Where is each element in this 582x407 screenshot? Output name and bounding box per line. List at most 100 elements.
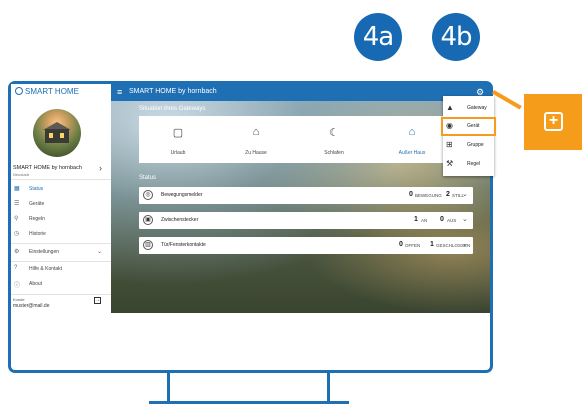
situations-title: Situation ihres Gateways	[139, 106, 206, 112]
house-window	[49, 133, 53, 138]
list-icon: ☰	[14, 201, 20, 207]
info-icon: ⓘ	[14, 283, 21, 289]
sidebar-item-label: Historie	[29, 231, 46, 237]
main-content: Situation ihres Gateways ▢ Urlaub ⌂ Zu H…	[111, 101, 490, 313]
add-menu: ▲ Gateway ◉ Gerät ⊞ Gruppe ⚒ Regel	[443, 96, 494, 176]
menu-icon[interactable]: ≡	[117, 87, 122, 97]
sidebar-item-label: Status	[29, 186, 44, 192]
situations-panel: ▢ Urlaub ⌂ Zu Hause ☾ Schlafen ⌂ Außer H…	[139, 116, 451, 163]
situation-label: Schlafen	[324, 150, 344, 156]
suitcase-icon: ▢	[172, 127, 184, 139]
clock-icon: ◷	[14, 231, 20, 237]
device-row-tuer-fensterkontakte[interactable]: ▥ Tür/Fensterkontakte 0 OFFEN 1 GESCHLOS…	[139, 237, 473, 254]
motion-sensor-icon: ◎	[143, 190, 153, 200]
device-value-label: AUS	[447, 218, 457, 223]
device-value: 0	[409, 191, 413, 198]
sidebar-item-label: Geräte	[29, 201, 45, 207]
home-avatar	[33, 109, 81, 157]
menu-item-gruppe[interactable]: ⊞ Gruppe	[443, 137, 494, 154]
device-name: Bewegungsmelder	[161, 192, 203, 198]
brand-logo[interactable]: SMART HOME	[15, 87, 79, 96]
sidebar-item-about[interactable]: ⓘ About	[11, 279, 111, 291]
wrench-icon: ⚒	[446, 159, 454, 168]
situation-label: Außer Haus	[398, 150, 426, 156]
sidebar: SMART HOME by hornbach Neustadt › ▦ Stat…	[11, 101, 112, 313]
device-value: 2	[446, 191, 450, 198]
home-outline-icon: ⌂	[252, 126, 260, 138]
divider	[11, 243, 111, 244]
monitor-stand-base	[149, 401, 349, 404]
home-location: Neustadt	[13, 172, 30, 177]
chevron-down-icon[interactable]: ⌄	[462, 240, 468, 248]
sidebar-item-label: Einstellungen	[29, 249, 60, 255]
sidebar-item-label: Regeln	[29, 216, 45, 222]
chevron-down-icon[interactable]: ⌄	[462, 190, 468, 198]
situation-label: Zu Hause	[245, 150, 267, 156]
plug-icon: ▣	[143, 215, 153, 225]
sidebar-item-hilfe[interactable]: ? Hilfe & Kontakt	[11, 264, 111, 276]
device-value: 0	[440, 216, 444, 223]
callout-4a: 4a	[354, 13, 402, 61]
grid-icon: ▦	[14, 186, 20, 192]
device-row-bewegungsmelder[interactable]: ◎ Bewegungsmelder 0 BEWEGUNG 2 STILL ⌄	[139, 187, 473, 204]
callout-4b: 4b	[432, 13, 480, 61]
top-bar: SMART HOME ≡ SMART HOME by hornbach ⚙	[11, 84, 490, 101]
account-label: Kunde	[13, 297, 25, 302]
device-value-label: OFFEN	[405, 243, 421, 248]
monitor-stand-right	[327, 373, 330, 403]
gear-icon: ⚙	[14, 249, 20, 255]
home-name: SMART HOME by hornbach	[13, 165, 82, 171]
device-name: Tür/Fensterkontakte	[161, 242, 206, 248]
menu-item-regel[interactable]: ⚒ Regel	[443, 156, 494, 173]
sidebar-item-einstellungen[interactable]: ⚙ Einstellungen ⌄	[11, 247, 111, 259]
divider	[11, 179, 111, 180]
situation-schlafen[interactable]: ☾ Schlafen	[295, 116, 373, 163]
group-icon: ⊞	[446, 140, 453, 149]
sidebar-item-geraete[interactable]: ☰ Geräte	[11, 199, 111, 211]
menu-item-label: Regel	[467, 161, 481, 167]
brand-text: SMART HOME	[25, 87, 79, 96]
chevron-down-icon[interactable]: ⌄	[462, 215, 468, 223]
device-name: Zwischenstecker	[161, 217, 199, 223]
menu-item-label: Gruppe	[467, 142, 484, 148]
chevron-right-icon[interactable]: ›	[99, 163, 102, 173]
device-value-label: BEWEGUNG	[415, 193, 442, 198]
door-window-icon: ▥	[143, 240, 153, 250]
divider	[11, 261, 111, 262]
gateway-icon: ▲	[446, 103, 454, 112]
situation-zu-hause[interactable]: ⌂ Zu Hause	[217, 116, 295, 163]
device-value: 1	[430, 241, 434, 248]
logout-icon[interactable]: →	[94, 297, 101, 304]
divider	[11, 294, 111, 295]
situation-ausser-haus[interactable]: ⌂ Außer Haus	[373, 116, 451, 163]
moon-icon: ☾	[329, 127, 339, 139]
highlight-box	[441, 117, 496, 136]
device-value: 0	[399, 241, 403, 248]
device-value: 1	[414, 216, 418, 223]
situation-urlaub[interactable]: ▢ Urlaub	[139, 116, 217, 163]
chevron-down-icon: ⌄	[97, 249, 103, 255]
sidebar-item-regeln[interactable]: ⚲ Regeln	[11, 214, 111, 226]
device-value-label: AN	[421, 218, 428, 223]
device-row-zwischenstecker[interactable]: ▣ Zwischenstecker 1 AN 0 AUS ⌄	[139, 212, 473, 229]
search-icon: ⚲	[14, 216, 19, 222]
status-title: Status	[139, 175, 157, 181]
sidebar-item-status[interactable]: ▦ Status	[11, 184, 111, 196]
sidebar-item-label: Hilfe & Kontakt	[29, 266, 63, 272]
power-ring-icon	[15, 87, 23, 95]
situation-label: Urlaub	[170, 150, 186, 156]
menu-item-gateway[interactable]: ▲ Gateway	[443, 100, 494, 117]
account-email: muster@mail.de	[13, 303, 50, 309]
sidebar-item-historie[interactable]: ◷ Historie	[11, 229, 111, 241]
plus-icon: +	[544, 112, 563, 131]
monitor-stand-left	[167, 373, 170, 403]
callout-connector	[492, 90, 522, 110]
app-title: SMART HOME by hornbach	[129, 88, 217, 95]
menu-item-label: Gateway	[467, 105, 487, 111]
help-icon: ?	[14, 265, 18, 271]
app-screen: SMART HOME ≡ SMART HOME by hornbach ⚙ SM…	[11, 84, 490, 313]
home-filled-icon: ⌂	[408, 126, 416, 138]
house-window	[60, 133, 64, 138]
sidebar-item-label: About	[29, 281, 43, 287]
add-callout: +	[524, 94, 582, 150]
